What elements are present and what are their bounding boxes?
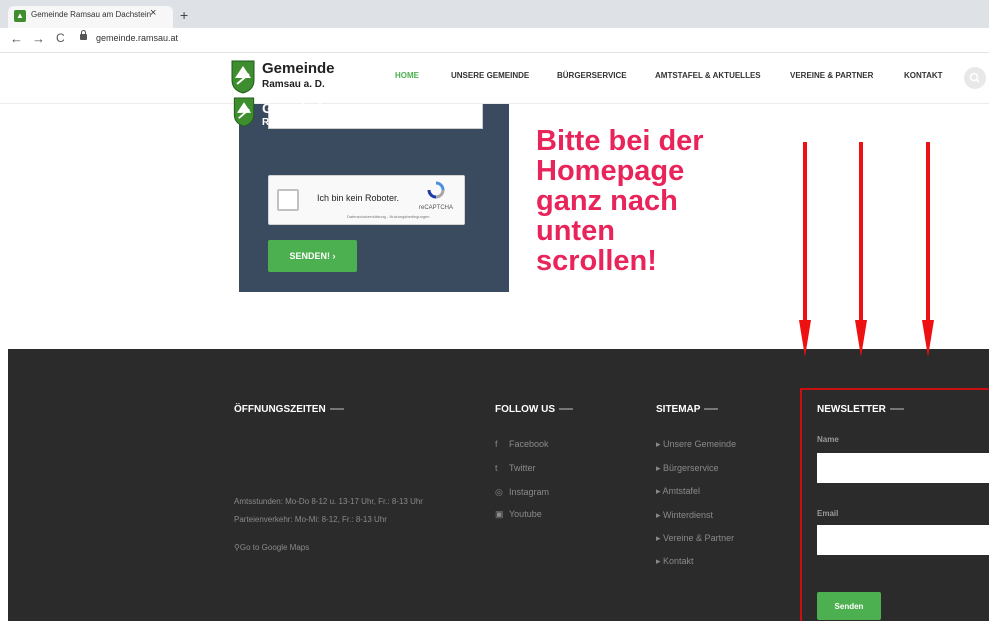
sitemap-heading-text: SITEMAP — [656, 404, 701, 415]
newsletter-name-field[interactable] — [817, 453, 989, 483]
browser-toolbar: ← → C gemeinde.ramsau.at — [0, 28, 989, 53]
caret-right-icon: ▸ — [656, 533, 664, 543]
reload-icon[interactable]: C — [56, 31, 65, 45]
recaptcha-checkbox[interactable] — [277, 189, 299, 211]
site-header: Gemeinde Ramsau a. D. HOME UNSERE GEMEIN… — [0, 53, 989, 104]
follow-heading: FOLLOW US — [495, 404, 573, 415]
annotation-line: unten — [536, 215, 615, 247]
hours-heading-text: ÖFFNUNGSZEITEN — [234, 404, 326, 415]
google-maps-label: Go to Google Maps — [239, 543, 310, 552]
footer-coat-of-arms-icon — [233, 97, 255, 127]
follow-link-twitter[interactable]: t Twitter — [495, 463, 536, 473]
caret-right-icon: ▸ — [656, 556, 664, 566]
heading-divider — [704, 408, 719, 411]
google-maps-link[interactable]: ⚲Go to Google Maps — [234, 543, 309, 552]
logo-subtitle[interactable]: Ramsau a. D. — [262, 79, 325, 90]
heading-divider — [559, 408, 573, 411]
instagram-icon: ◎ — [495, 487, 503, 497]
sitemap-label: Kontakt — [663, 556, 694, 566]
recaptcha-widget: Ich bin kein Roboter. reCAPTCHA Datensch… — [268, 175, 465, 225]
follow-link-youtube[interactable]: ▣ Youtube — [495, 509, 542, 520]
sitemap-link[interactable]: ▸ Unsere Gemeinde — [656, 439, 736, 450]
sitemap-link[interactable]: ▸ Bürgerservice — [656, 463, 719, 474]
nav-kontakt[interactable]: KONTAKT — [904, 71, 943, 80]
twitter-icon: t — [495, 463, 498, 473]
red-arrow-annotation — [922, 142, 934, 357]
newsletter-highlight-box — [800, 388, 989, 621]
newsletter-heading: NEWSLETTER — [817, 404, 904, 415]
caret-right-icon: ▸ — [656, 510, 664, 520]
nav-unsere-gemeinde[interactable]: UNSERE GEMEINDE — [451, 71, 529, 80]
coat-of-arms-icon[interactable] — [231, 60, 255, 94]
nav-home[interactable]: HOME — [395, 71, 419, 80]
follow-link-instagram[interactable]: ◎ Instagram — [495, 487, 549, 498]
follow-label: Youtube — [509, 509, 542, 519]
browser-tab[interactable]: ▲ Gemeinde Ramsau am Dachstein × — [8, 6, 173, 28]
caret-right-icon: ▸ — [656, 439, 664, 449]
hours-text: Parteienverkehr: Mo-Mi: 8-12, Fr.: 8-13 … — [234, 515, 387, 524]
name-label: Name — [817, 435, 839, 444]
nav-vereine[interactable]: VEREINE & PARTNER — [790, 71, 873, 80]
newsletter-submit-button[interactable]: Senden — [817, 592, 881, 620]
annotation-line: Bitte bei der — [536, 125, 704, 157]
newsletter-email-field[interactable] — [817, 525, 989, 555]
lock-icon — [80, 30, 87, 40]
annotation-line: Homepage — [536, 155, 685, 187]
search-icon — [969, 72, 980, 83]
close-icon[interactable]: × — [150, 7, 156, 19]
footer-logo-subtitle: Ramsau a. D. — [262, 117, 325, 128]
heading-divider — [329, 408, 344, 411]
sitemap-link[interactable]: ▸ Vereine & Partner — [656, 533, 734, 544]
sitemap-label: Vereine & Partner — [663, 533, 735, 543]
address-bar[interactable]: gemeinde.ramsau.at — [96, 33, 178, 43]
nav-buergerservice[interactable]: BÜRGERSERVICE — [557, 71, 627, 80]
annotation-line: scrollen! — [536, 245, 657, 277]
follow-label: Twitter — [509, 463, 536, 473]
follow-link-facebook[interactable]: f Facebook — [495, 439, 549, 449]
sitemap-link[interactable]: ▸ Amtstafel — [656, 486, 700, 497]
search-button[interactable] — [964, 67, 986, 89]
new-tab-icon[interactable]: + — [180, 7, 188, 23]
sitemap-link[interactable]: ▸ Winterdienst — [656, 510, 713, 521]
recaptcha-icon — [427, 181, 445, 199]
sitemap-label: Amtstafel — [662, 486, 701, 496]
footer-logo-title: Gemeinde — [262, 100, 330, 116]
sitemap-label: Unsere Gemeinde — [663, 439, 737, 449]
sitemap-label: Winterdienst — [663, 510, 714, 520]
annotation-line: ganz nach — [536, 185, 678, 217]
back-icon[interactable]: ← — [10, 31, 23, 46]
email-label: Email — [817, 509, 839, 518]
browser-tab-bar: ▲ Gemeinde Ramsau am Dachstein × + — [0, 0, 989, 28]
forward-icon[interactable]: → — [32, 31, 45, 46]
recaptcha-links[interactable]: Datenschutzerklärung - Nutzungsbedingung… — [347, 214, 430, 219]
hours-heading: ÖFFNUNGSZEITEN — [234, 404, 344, 415]
follow-heading-text: FOLLOW US — [495, 404, 555, 415]
red-arrow-annotation — [855, 142, 867, 357]
sitemap-link[interactable]: ▸ Kontakt — [656, 556, 694, 567]
favicon-icon: ▲ — [14, 10, 26, 22]
youtube-icon: ▣ — [495, 509, 504, 519]
annotation-callout: Bitte bei der Homepage ganz nach unten s… — [536, 126, 704, 276]
heading-divider — [889, 408, 904, 411]
recaptcha-brand: reCAPTCHA — [419, 205, 454, 211]
sitemap-heading: SITEMAP — [656, 404, 719, 415]
facebook-icon: f — [495, 439, 498, 449]
red-arrow-annotation — [799, 142, 811, 357]
tab-title: Gemeinde Ramsau am Dachstein — [31, 10, 152, 19]
sitemap-label: Bürgerservice — [663, 463, 719, 473]
caret-right-icon: ▸ — [656, 463, 664, 473]
hours-text: Amtsstunden: Mo-Do 8-12 u. 13-17 Uhr, Fr… — [234, 497, 423, 506]
newsletter-heading-text: NEWSLETTER — [817, 404, 886, 415]
follow-label: Instagram — [509, 487, 550, 497]
send-button[interactable]: SENDEN! › — [268, 240, 357, 272]
follow-label: Facebook — [509, 439, 549, 449]
logo-title[interactable]: Gemeinde — [262, 60, 335, 77]
recaptcha-label: Ich bin kein Roboter. — [317, 193, 400, 203]
nav-amtstafel[interactable]: AMTSTAFEL & AKTUELLES — [655, 71, 761, 80]
